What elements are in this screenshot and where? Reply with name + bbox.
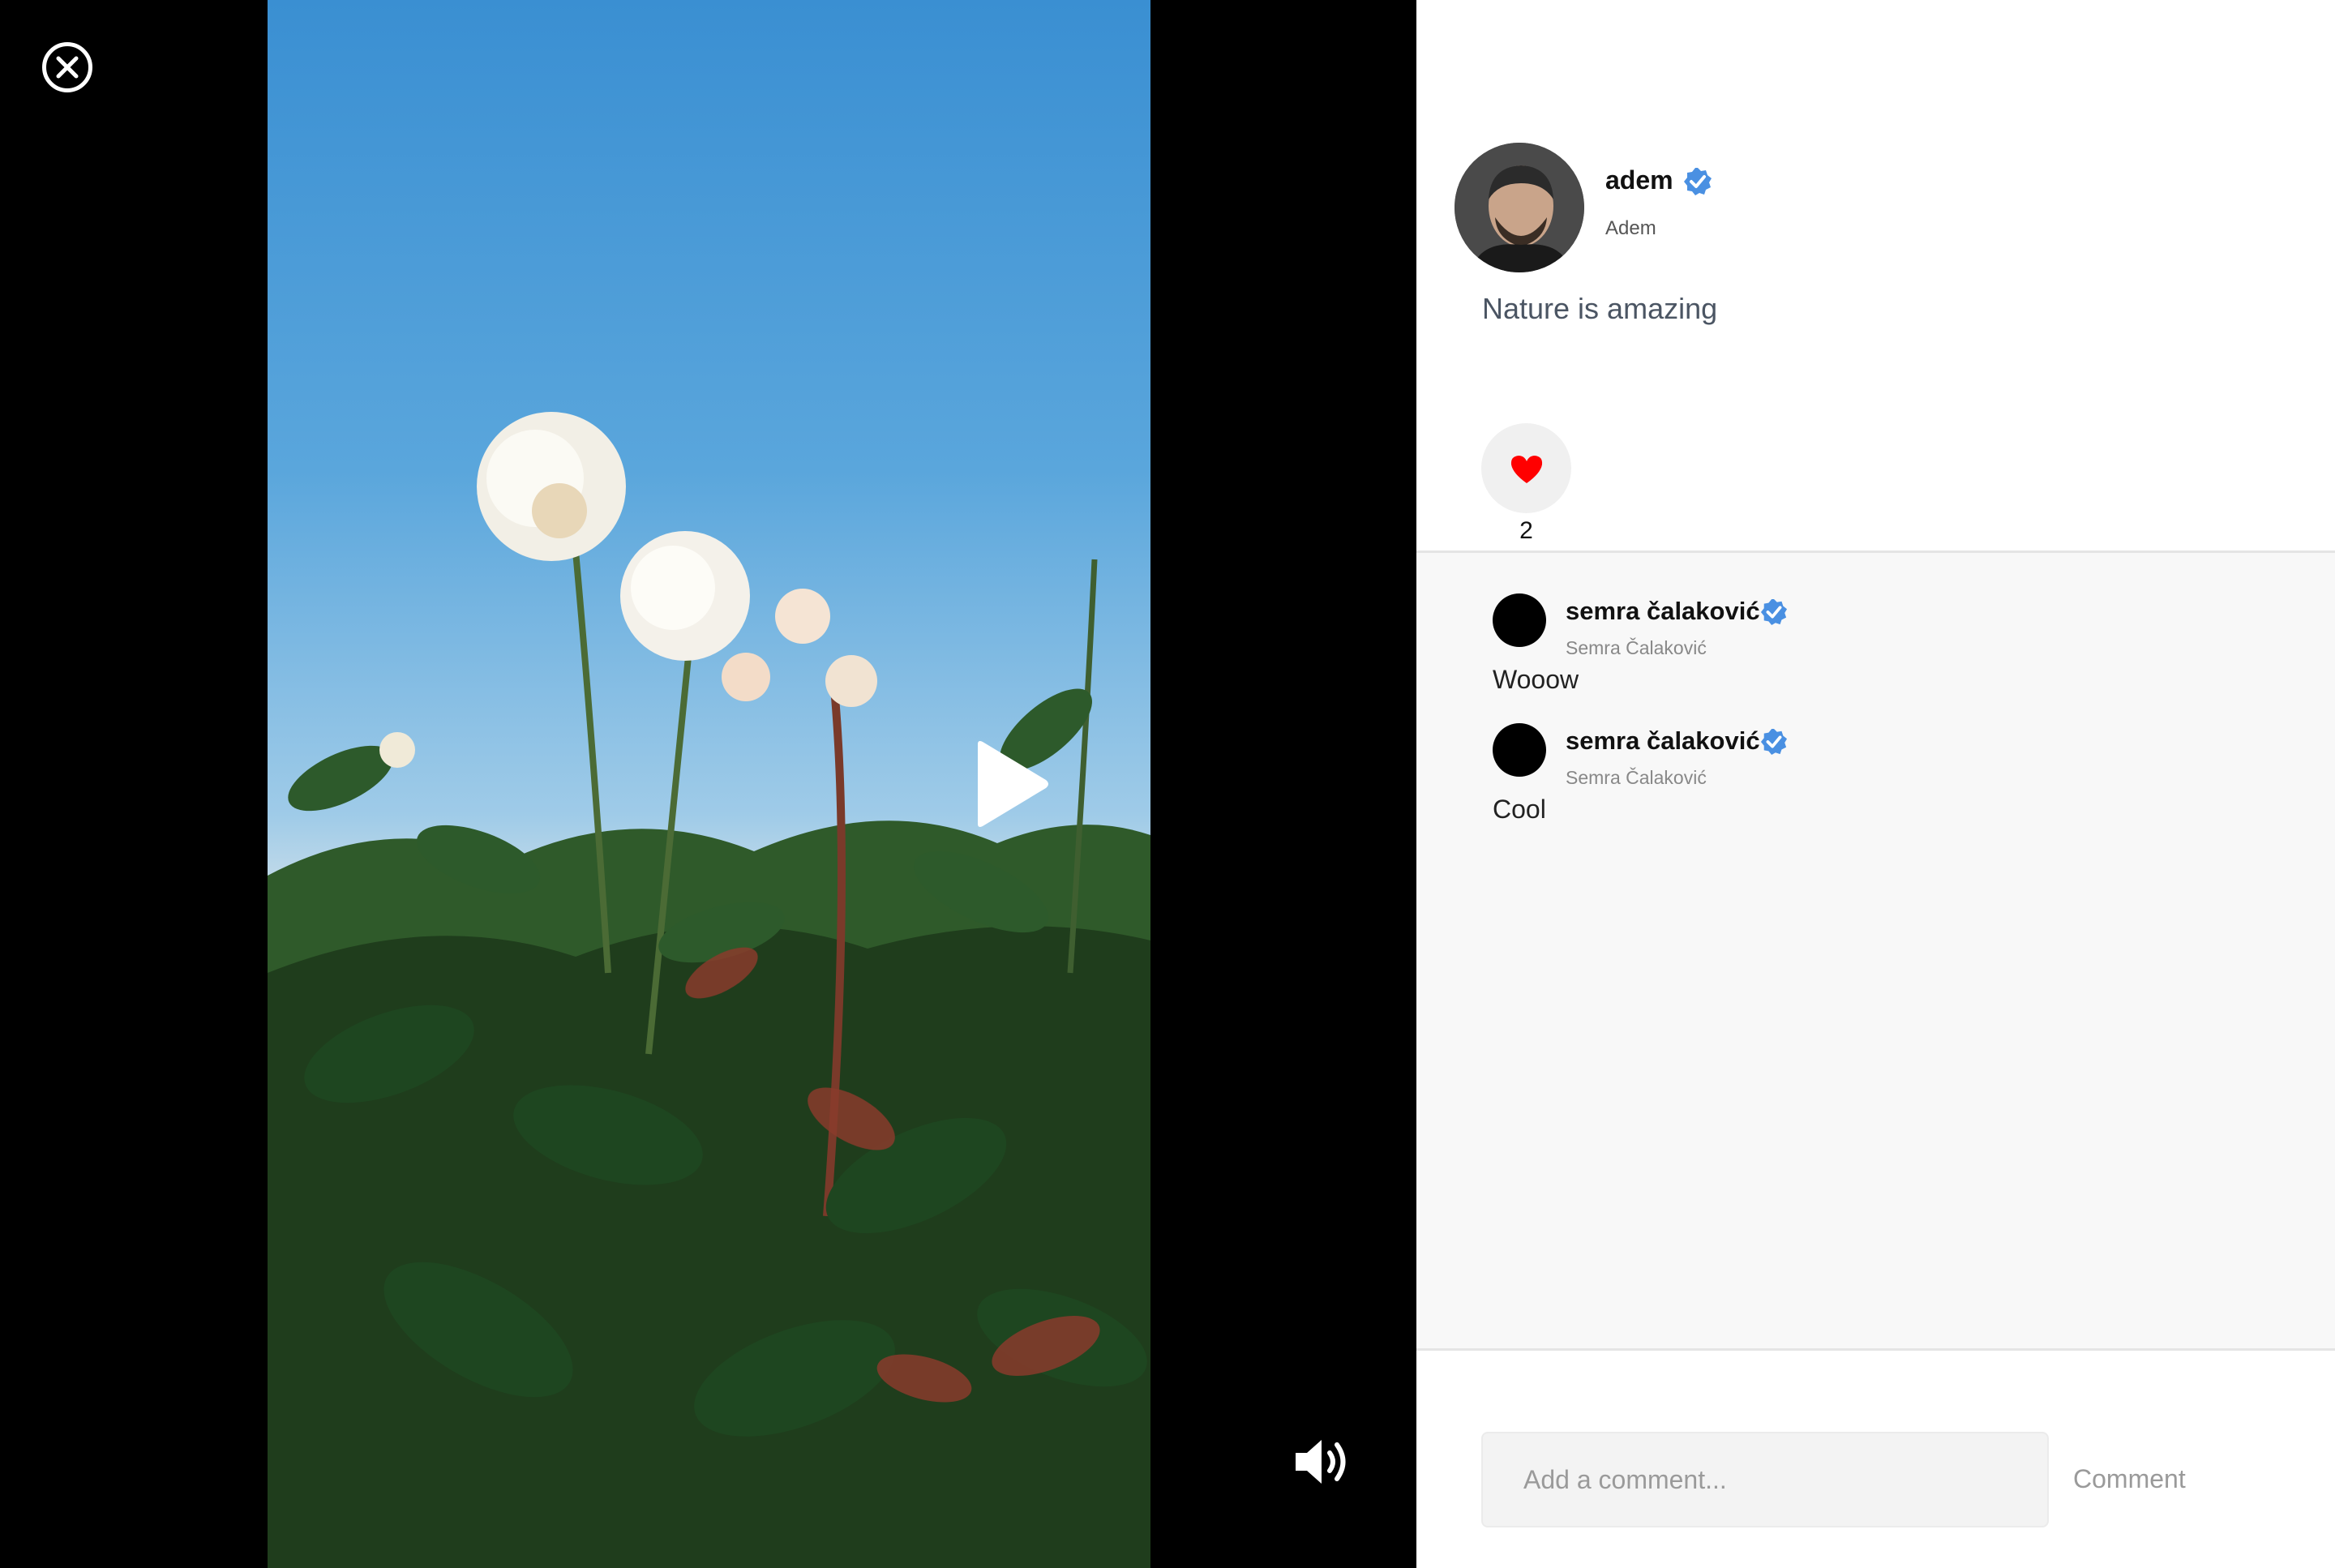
post-details-panel: adem Adem Nature is amazing 2 semra čala… [1416,0,2335,1568]
close-button[interactable] [42,42,92,92]
close-icon [56,56,79,79]
verified-badge-icon [1684,168,1712,195]
comment-text: Cool [1493,795,1546,824]
commenter-name[interactable]: semra čalaković [1566,726,1760,756]
heart-icon [1510,456,1543,483]
post-caption: Nature is amazing [1482,292,1718,325]
comment-item: semra čalaković Semra Čalaković Cool [1493,723,2222,845]
commenter-handle: Semra Čalaković [1566,767,1707,788]
volume-icon[interactable] [1292,1437,1351,1487]
post-header: adem Adem Nature is amazing 2 [1416,0,2335,553]
video-player[interactable] [268,0,1150,1568]
like-button[interactable] [1481,423,1571,513]
verified-badge-icon [1760,598,1788,626]
commenter-name[interactable]: semra čalaković [1566,597,1760,626]
comment-input[interactable] [1481,1432,2049,1527]
commenter-avatar[interactable] [1493,593,1546,647]
verified-badge-icon [1760,728,1788,756]
comment-composer: Comment [1416,1351,2335,1568]
author-username[interactable]: adem [1605,165,1673,195]
commenter-handle: Semra Čalaković [1566,637,1707,658]
comment-submit-button[interactable]: Comment [2073,1464,2186,1494]
comment-item: semra čalaković Semra Čalaković Wooow [1493,593,2222,715]
comment-text: Wooow [1493,665,1579,694]
commenter-avatar[interactable] [1493,723,1546,777]
author-avatar[interactable] [1455,143,1584,272]
author-display-name: Adem [1605,217,1656,239]
play-icon[interactable] [970,739,1051,829]
like-count: 2 [1519,517,1533,544]
comments-list: semra čalaković Semra Čalaković Wooow se… [1416,553,2335,1351]
video-stage [0,0,1416,1568]
